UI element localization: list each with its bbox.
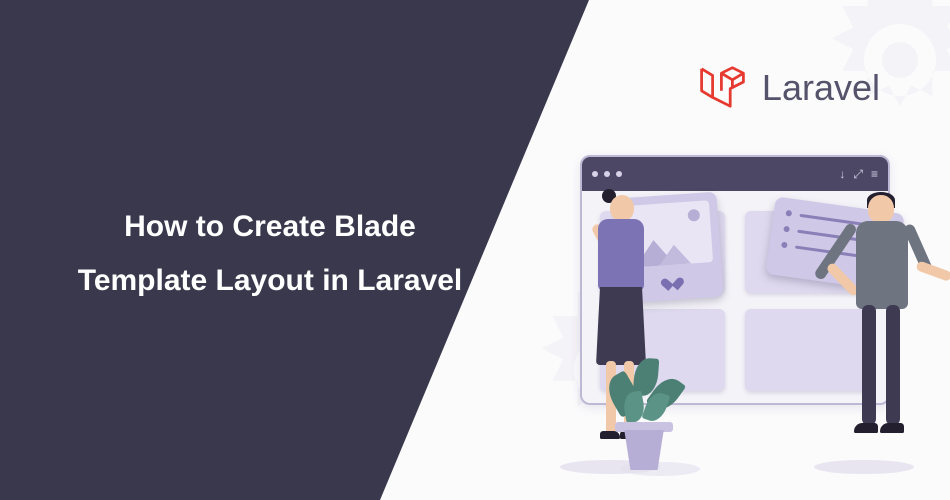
plant-illustration	[600, 330, 690, 470]
headline-line-2: Template Layout in Laravel	[70, 254, 470, 308]
laravel-brand: Laravel	[695, 60, 880, 115]
headline: How to Create Blade Template Layout in L…	[70, 200, 470, 308]
banner-container: How to Create Blade Template Layout in L…	[0, 0, 950, 500]
browser-titlebar: ↓ ⤢ ≡	[582, 157, 888, 191]
window-controls-icon	[592, 171, 622, 177]
laravel-logo-icon	[695, 60, 750, 115]
illustration-scene: Laravel ↓ ⤢ ≡	[480, 0, 950, 500]
person-male-illustration	[832, 195, 932, 475]
laravel-brand-text: Laravel	[762, 67, 880, 109]
download-icon: ↓	[839, 167, 845, 182]
window-tool-icons: ↓ ⤢ ≡	[839, 167, 878, 182]
menu-icon: ≡	[871, 167, 878, 182]
expand-icon: ⤢	[853, 167, 863, 182]
headline-line-1: How to Create Blade	[70, 200, 470, 254]
heart-icon	[665, 272, 680, 287]
